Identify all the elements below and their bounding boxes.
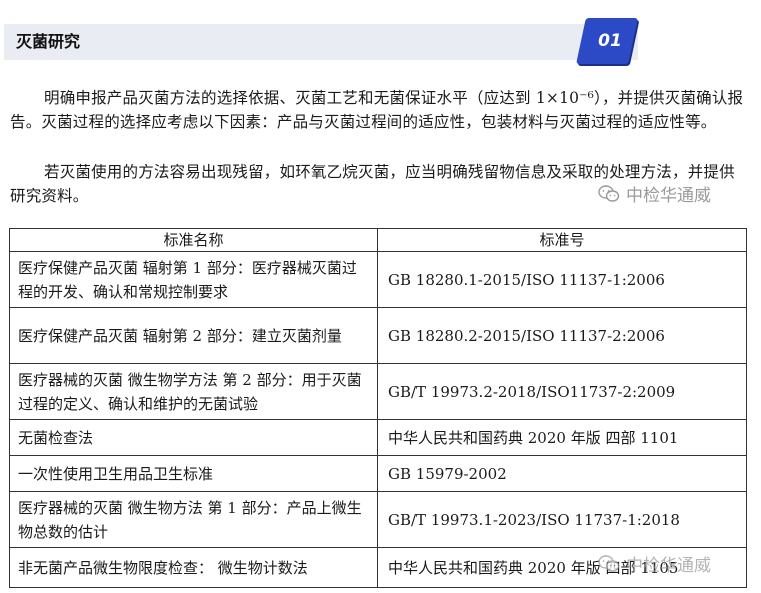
table-row: 医疗保健产品灭菌 辐射第 2 部分：建立灭菌剂量 GB 18280.2-2015… <box>9 307 747 364</box>
watermark-text: 中检华通威 <box>626 186 711 206</box>
standard-name: 医疗器械的灭菌 微生物学方法 第 2 部分：用于灭菌过程的定义、确认和维护的无菌… <box>9 363 378 420</box>
column-header-code: 标准号 <box>377 228 747 252</box>
standard-name: 医疗保健产品灭菌 辐射第 1 部分：医疗器械灭菌过程的开发、确认和常规控制要求 <box>9 251 378 308</box>
watermark: 中检华通威 <box>598 181 711 206</box>
paragraph-text: 明确申报产品灭菌方法的选择依据、灭菌工艺和无菌保证水平（应达到 1×10⁻⁶），… <box>10 89 744 131</box>
table-header-row: 标准名称 标准号 <box>9 228 747 252</box>
standard-code: GB 18280.1-2015/ISO 11137-1:2006 <box>377 251 747 308</box>
standard-code: GB/T 19973.1-2023/ISO 11737-1:2018 <box>377 491 747 548</box>
table-row: 一次性使用卫生用品卫生标准 GB 15979-2002 <box>9 455 747 492</box>
section-number: 01 <box>598 31 622 51</box>
wechat-icon <box>598 554 620 572</box>
column-header-name: 标准名称 <box>9 228 378 252</box>
standard-name: 非无菌产品微生物限度检查： 微生物计数法 <box>9 547 378 588</box>
table-row: 医疗器械的灭菌 微生物学方法 第 2 部分：用于灭菌过程的定义、确认和维护的无菌… <box>9 363 747 420</box>
standard-name: 医疗器械的灭菌 微生物方法 第 1 部分：产品上微生物总数的估计 <box>9 491 378 548</box>
wechat-icon <box>598 184 620 202</box>
standard-code: GB/T 19973.2-2018/ISO11737-2:2009 <box>377 363 747 420</box>
standard-code: GB 15979-2002 <box>377 455 747 492</box>
table-row: 医疗器械的灭菌 微生物方法 第 1 部分：产品上微生物总数的估计 GB/T 19… <box>9 491 747 548</box>
table-row: 无菌检查法 中华人民共和国药典 2020 年版 四部 1101 <box>9 419 747 456</box>
watermark-text: 中检华通威 <box>626 556 711 576</box>
table-row: 医疗保健产品灭菌 辐射第 1 部分：医疗器械灭菌过程的开发、确认和常规控制要求 … <box>9 251 747 308</box>
standard-name: 医疗保健产品灭菌 辐射第 2 部分：建立灭菌剂量 <box>9 307 378 364</box>
standard-name: 一次性使用卫生用品卫生标准 <box>9 455 378 492</box>
standard-code: 中华人民共和国药典 2020 年版 四部 1101 <box>377 419 747 456</box>
standards-table: 标准名称 标准号 医疗保健产品灭菌 辐射第 1 部分：医疗器械灭菌过程的开发、确… <box>9 228 747 588</box>
watermark: 中检华通威 <box>598 551 711 576</box>
standard-name: 无菌检查法 <box>9 419 378 456</box>
section-title: 灭菌研究 <box>16 32 81 51</box>
paragraph-sterilization-method: 明确申报产品灭菌方法的选择依据、灭菌工艺和无菌保证水平（应达到 1×10⁻⁶），… <box>10 86 745 134</box>
section-header: 灭菌研究 <box>4 24 638 60</box>
standard-code: GB 18280.2-2015/ISO 11137-2:2006 <box>377 307 747 364</box>
